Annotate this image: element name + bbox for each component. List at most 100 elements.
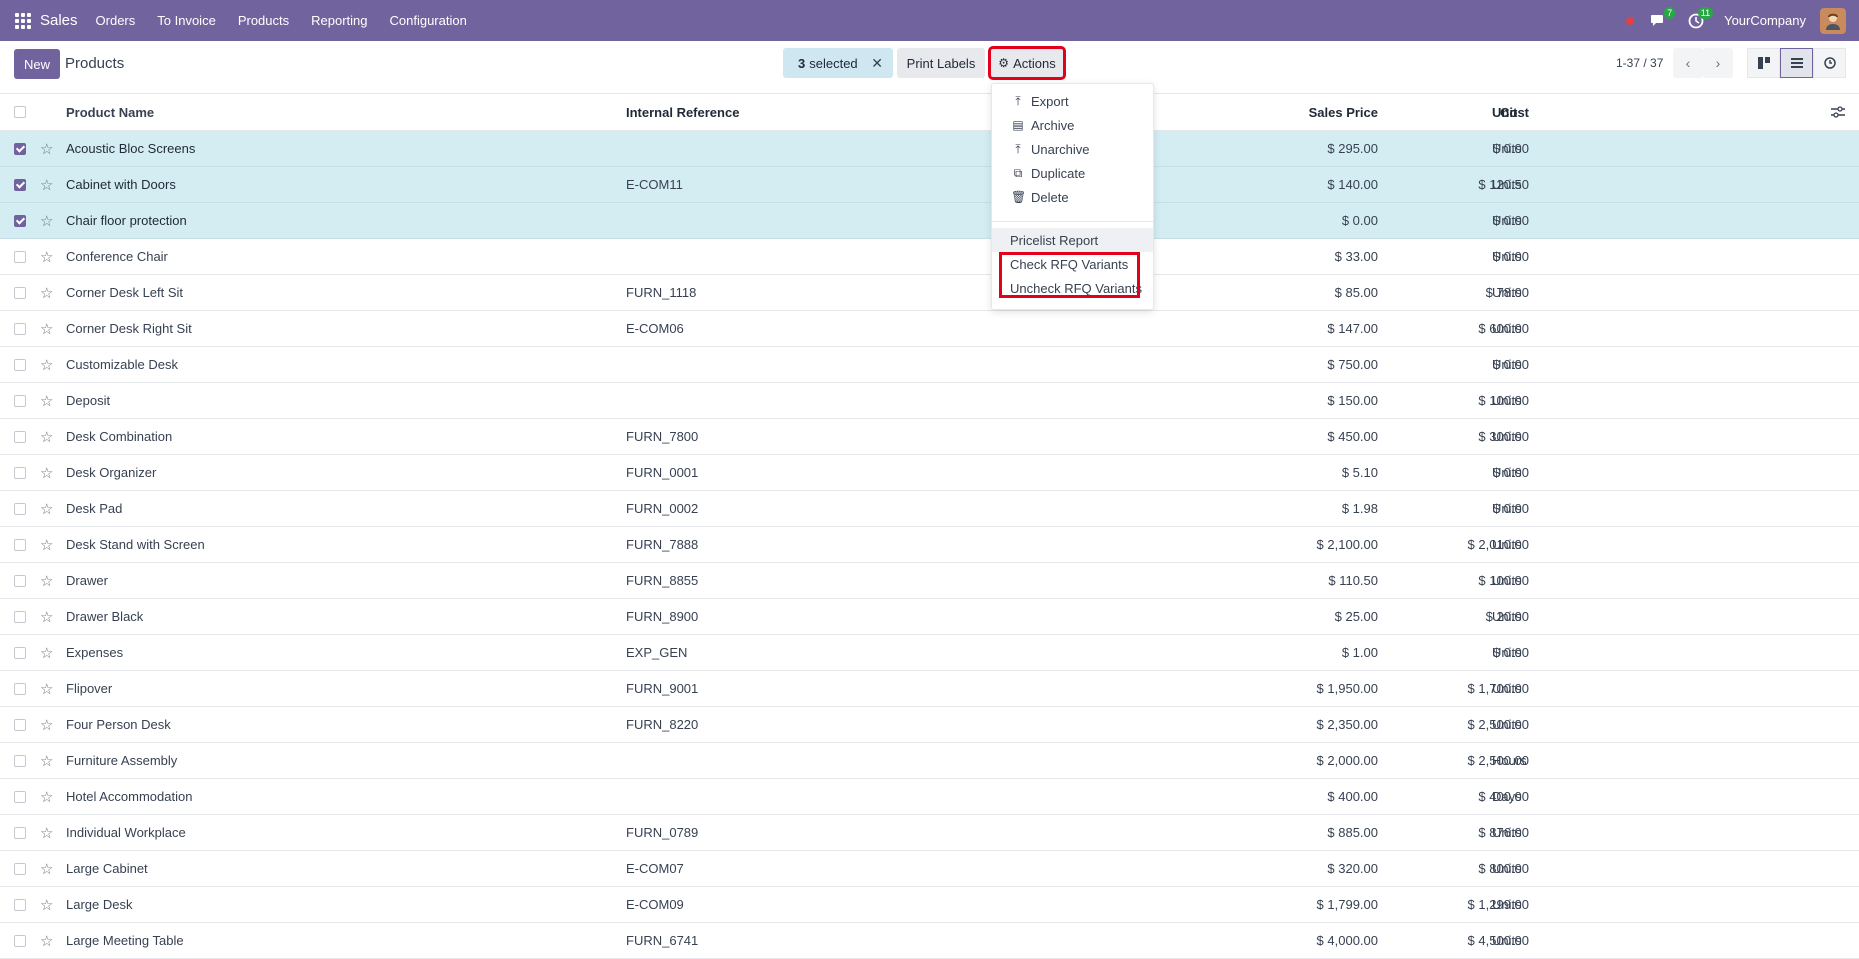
favorite-star-icon[interactable]: ☆: [40, 383, 53, 418]
action-pricelist-report[interactable]: Pricelist Report: [992, 228, 1153, 252]
row-checkbox[interactable]: [14, 142, 26, 155]
list-view-icon[interactable]: [1780, 48, 1813, 78]
product-name[interactable]: Furniture Assembly: [66, 743, 177, 778]
user-avatar[interactable]: [1820, 7, 1846, 34]
favorite-star-icon[interactable]: ☆: [40, 527, 53, 562]
product-name[interactable]: Large Desk: [66, 887, 132, 922]
row-checkbox[interactable]: [14, 178, 26, 191]
favorite-star-icon[interactable]: ☆: [40, 275, 53, 310]
row-checkbox[interactable]: [14, 394, 26, 407]
product-name[interactable]: Individual Workplace: [66, 815, 186, 850]
table-row[interactable]: ☆ Individual Workplace FURN_0789 $ 885.00 $ …: [0, 815, 1859, 851]
product-name[interactable]: Expenses: [66, 635, 123, 670]
row-checkbox[interactable]: [14, 610, 26, 623]
company-name[interactable]: YourCompany: [1724, 13, 1806, 28]
app-name[interactable]: Sales: [40, 12, 78, 29]
product-name[interactable]: Four Person Desk: [66, 707, 171, 742]
optional-columns-icon[interactable]: [1831, 94, 1845, 130]
table-row[interactable]: ☆ Drawer FURN_8855 $ 110.50 $ 100.00 Units: [0, 563, 1859, 599]
table-row[interactable]: ☆ Chair floor protection $ 0.00 $ 0.00 Units: [0, 203, 1859, 239]
row-checkbox[interactable]: [14, 934, 26, 947]
favorite-star-icon[interactable]: ☆: [40, 347, 53, 382]
favorite-star-icon[interactable]: ☆: [40, 491, 53, 526]
pager-next-icon[interactable]: ›: [1703, 48, 1733, 78]
menu-products[interactable]: Products: [238, 13, 289, 28]
menu-reporting[interactable]: Reporting: [311, 13, 367, 28]
row-checkbox[interactable]: [14, 430, 26, 443]
table-row[interactable]: ☆ Four Person Desk FURN_8220 $ 2,350.00 $ 2,…: [0, 707, 1859, 743]
table-row[interactable]: ☆ Furniture Assembly $ 2,000.00 $ 2,500.00 H…: [0, 743, 1859, 779]
actions-button[interactable]: ⚙ Actions: [988, 46, 1066, 80]
favorite-star-icon[interactable]: ☆: [40, 239, 53, 274]
table-row[interactable]: ☆ Large Desk E-COM09 $ 1,799.00 $ 1,299.00 Un…: [0, 887, 1859, 923]
row-checkbox[interactable]: [14, 466, 26, 479]
table-row[interactable]: ☆ Hotel Accommodation $ 400.00 $ 400.00 Days: [0, 779, 1859, 815]
row-checkbox[interactable]: [14, 646, 26, 659]
row-checkbox[interactable]: [14, 502, 26, 515]
table-row[interactable]: ☆ Large Cabinet E-COM07 $ 320.00 $ 800.00 Uni…: [0, 851, 1859, 887]
row-checkbox[interactable]: [14, 826, 26, 839]
clear-selection-icon[interactable]: ✕: [871, 55, 883, 72]
favorite-star-icon[interactable]: ☆: [40, 779, 53, 814]
header-internal-reference[interactable]: Internal Reference: [626, 94, 739, 130]
product-name[interactable]: Corner Desk Right Sit: [66, 311, 192, 346]
product-name[interactable]: Large Meeting Table: [66, 923, 184, 958]
action-unarchive[interactable]: ⤒ Unarchive: [992, 137, 1153, 161]
row-checkbox[interactable]: [14, 718, 26, 731]
table-row[interactable]: ☆ Desk Pad FURN_0002 $ 1.98 $ 0.00 Units: [0, 491, 1859, 527]
product-name[interactable]: Chair floor protection: [66, 203, 187, 238]
row-checkbox[interactable]: [14, 790, 26, 803]
product-name[interactable]: Drawer Black: [66, 599, 143, 634]
table-row[interactable]: ☆ Acoustic Bloc Screens $ 295.00 $ 0.00 Unit…: [0, 131, 1859, 167]
favorite-star-icon[interactable]: ☆: [40, 167, 53, 202]
row-checkbox[interactable]: [14, 358, 26, 371]
table-row[interactable]: ☆ Expenses EXP_GEN $ 1.00 $ 0.00 Units: [0, 635, 1859, 671]
favorite-star-icon[interactable]: ☆: [40, 743, 53, 778]
header-sales-price[interactable]: Sales Price: [1309, 94, 1378, 130]
favorite-star-icon[interactable]: ☆: [40, 203, 53, 238]
favorite-star-icon[interactable]: ☆: [40, 851, 53, 886]
recording-dot-icon[interactable]: [1626, 16, 1635, 25]
action-duplicate[interactable]: ⧉ Duplicate: [992, 161, 1153, 185]
table-row[interactable]: ☆ Desk Organizer FURN_0001 $ 5.10 $ 0.00 Unit…: [0, 455, 1859, 491]
favorite-star-icon[interactable]: ☆: [40, 923, 53, 958]
pager-previous-icon[interactable]: ‹: [1673, 48, 1703, 78]
kanban-view-icon[interactable]: [1747, 48, 1780, 78]
favorite-star-icon[interactable]: ☆: [40, 671, 53, 706]
table-row[interactable]: ☆ Large Meeting Table FURN_6741 $ 4,000.00 $…: [0, 923, 1859, 959]
menu-to-invoice[interactable]: To Invoice: [157, 13, 216, 28]
pager-value[interactable]: 1-37 / 37: [1616, 56, 1663, 70]
row-checkbox[interactable]: [14, 898, 26, 911]
favorite-star-icon[interactable]: ☆: [40, 599, 53, 634]
table-row[interactable]: ☆ Cabinet with Doors E-COM11 $ 140.00 $ 120.…: [0, 167, 1859, 203]
favorite-star-icon[interactable]: ☆: [40, 311, 53, 346]
menu-configuration[interactable]: Configuration: [390, 13, 467, 28]
row-checkbox[interactable]: [14, 538, 26, 551]
product-name[interactable]: Drawer: [66, 563, 108, 598]
product-name[interactable]: Desk Pad: [66, 491, 122, 526]
header-product-name[interactable]: Product Name: [66, 94, 154, 130]
activity-view-icon[interactable]: [1813, 48, 1846, 78]
product-name[interactable]: Acoustic Bloc Screens: [66, 131, 195, 166]
table-row[interactable]: ☆ Customizable Desk $ 750.00 $ 0.00 Units: [0, 347, 1859, 383]
product-name[interactable]: Customizable Desk: [66, 347, 178, 382]
action-archive[interactable]: ▤ Archive: [992, 113, 1153, 137]
apps-grid-icon[interactable]: [15, 12, 31, 29]
table-row[interactable]: ☆ Conference Chair $ 33.00 $ 0.00 Units: [0, 239, 1859, 275]
product-name[interactable]: Desk Stand with Screen: [66, 527, 205, 562]
row-checkbox[interactable]: [14, 214, 26, 227]
table-row[interactable]: ☆ Flipover FURN_9001 $ 1,950.00 $ 1,700.00 Un…: [0, 671, 1859, 707]
messages-icon[interactable]: 7: [1648, 6, 1676, 31]
activities-clock-icon[interactable]: 11: [1686, 6, 1714, 31]
action-export[interactable]: ⤒ Export: [992, 89, 1153, 113]
row-checkbox[interactable]: [14, 682, 26, 695]
menu-orders[interactable]: Orders: [96, 13, 136, 28]
action-delete[interactable]: 🗑 Delete: [992, 185, 1153, 209]
product-name[interactable]: Large Cabinet: [66, 851, 148, 886]
favorite-star-icon[interactable]: ☆: [40, 815, 53, 850]
row-checkbox[interactable]: [14, 286, 26, 299]
product-name[interactable]: Desk Combination: [66, 419, 172, 454]
product-name[interactable]: Conference Chair: [66, 239, 168, 274]
row-checkbox[interactable]: [14, 754, 26, 767]
product-name[interactable]: Cabinet with Doors: [66, 167, 176, 202]
